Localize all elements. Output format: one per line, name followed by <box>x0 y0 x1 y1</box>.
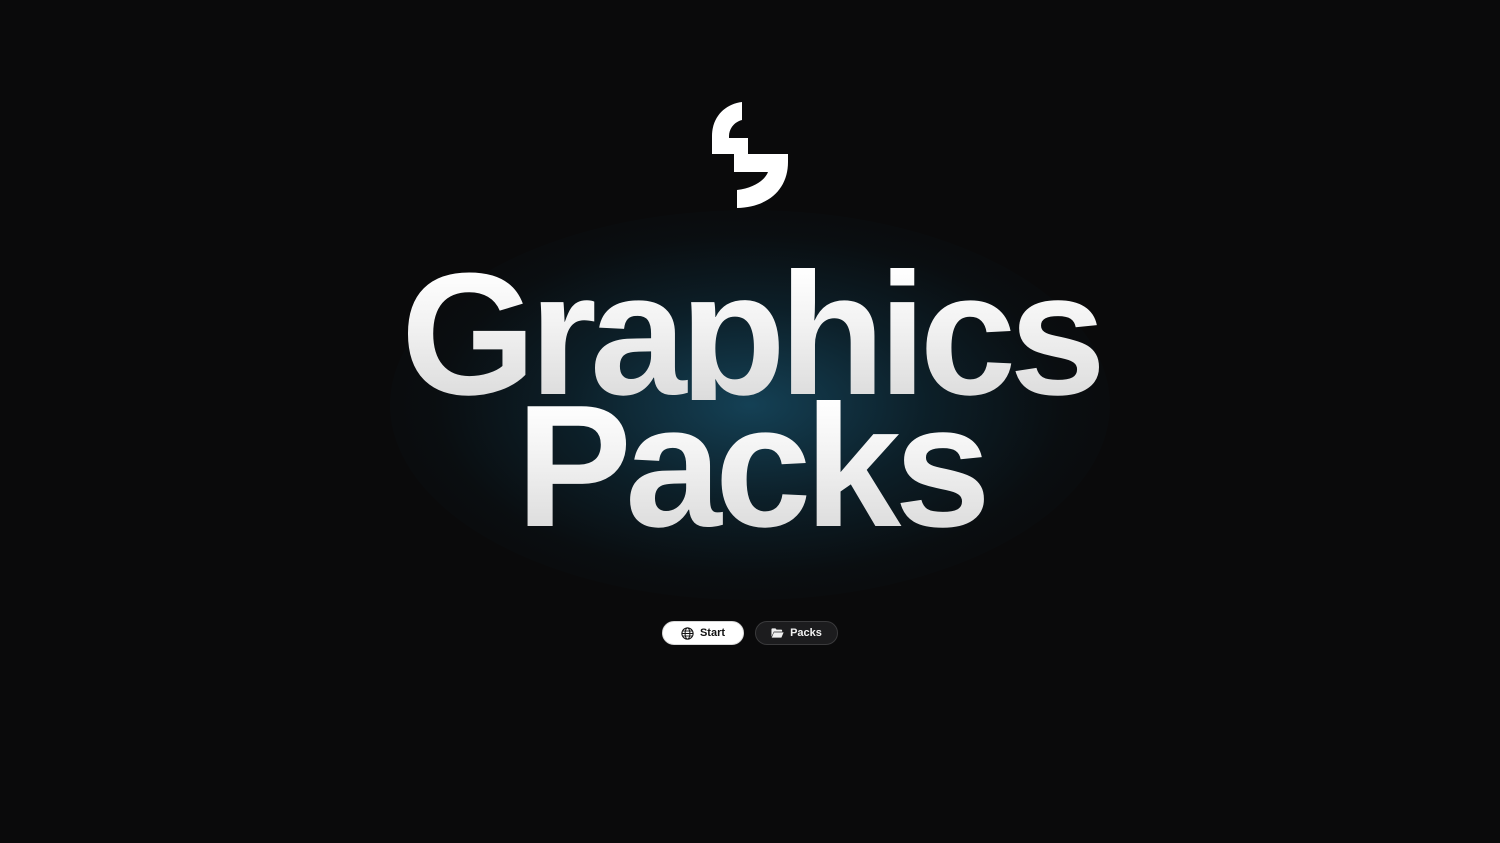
packs-button[interactable]: Packs <box>755 621 838 645</box>
hero-title: Graphics Packs <box>0 247 1500 553</box>
brand-logo-icon[interactable] <box>712 102 788 210</box>
folder-open-icon <box>771 627 784 640</box>
nav-buttons: Start Packs <box>0 621 1500 645</box>
hero-title-line-2: Packs <box>0 379 1500 553</box>
start-button[interactable]: Start <box>662 621 744 645</box>
start-button-label: Start <box>699 627 726 639</box>
landing-page: Graphics Packs Start Packs <box>0 0 1500 843</box>
globe-icon <box>681 626 694 640</box>
packs-button-label: Packs <box>790 627 822 639</box>
